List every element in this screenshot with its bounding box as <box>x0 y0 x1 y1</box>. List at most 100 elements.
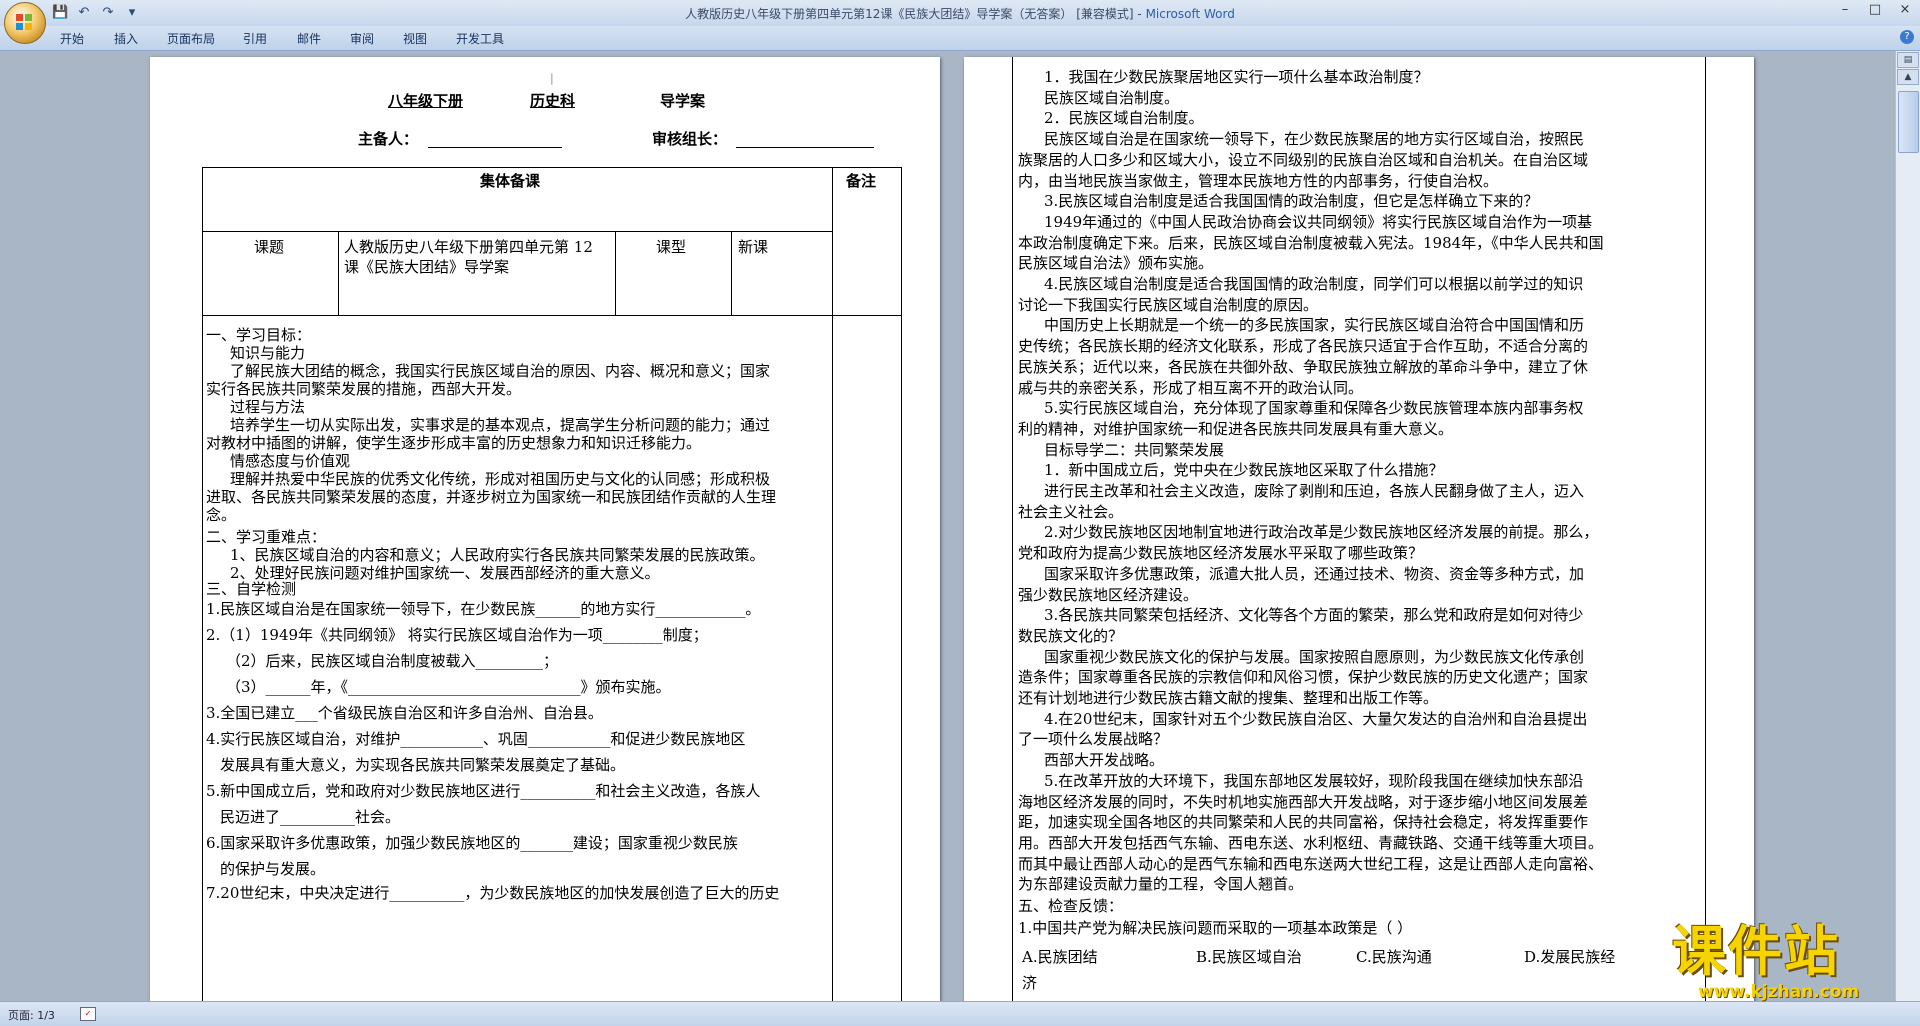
page-counter[interactable]: 页面: 1/3 <box>8 1007 55 1023</box>
page2-line: 本政治制度确定下来。后来，民族区域自治制度被载入宪法。1984年，《中华人民共和… <box>1018 233 1604 252</box>
page2-line: 目标导学二：共同繁荣发展 <box>1044 440 1225 459</box>
ribbon-tabs: 开始 插入 页面布局 引用 邮件 审阅 视图 开发工具 ? <box>0 26 1920 51</box>
tab-view[interactable]: 视图 <box>403 30 427 47</box>
grade-label: 八年级下册 <box>388 92 464 110</box>
lesson-type-label: 课型 <box>656 238 687 256</box>
page1-line: 一、学习目标： <box>206 326 312 344</box>
document-workspace[interactable]: | 八年级下册 历史科 导学案 主备人： 审核组长： 集体备课 备注 课题 人教… <box>0 51 1896 1001</box>
page2-line: 民族关系；近代以来，各民族在共御外敌、争取民族独立解放的革命斗争中，建立了休 <box>1018 357 1589 376</box>
page2-line: 4.民族区域自治制度是适合我国国情的政治制度，同学们可以根据以前学过的知识 <box>1044 275 1584 293</box>
page2-line: 中国历史上长期就是一个统一的多民族国家，实行民族区域自治符合中国国情和历 <box>1044 316 1585 335</box>
help-icon[interactable]: ? <box>1900 30 1914 44</box>
reviewer-blank[interactable] <box>736 147 874 148</box>
minimize-icon[interactable]: – <box>1830 0 1860 20</box>
page2-line: 戚与共的亲密关系，形成了相互离不开的政治认同。 <box>1018 378 1364 397</box>
tab-mailings[interactable]: 邮件 <box>297 30 321 47</box>
table-col-divider <box>338 231 339 315</box>
page2-line: 民族区域自治是在国家统一领导下，在少数民族聚居的地方实行区域自治，按照民 <box>1044 130 1585 149</box>
tab-page-layout[interactable]: 页面布局 <box>167 30 215 47</box>
page2-line: 党和政府为提高少数民族地区经济发展水平采取了哪些政策？ <box>1018 544 1424 563</box>
scroll-thumb[interactable] <box>1898 91 1919 153</box>
window-title: 人教版历史八年级下册第四单元第12课《民族大团结》导学案（无答案） [兼容模式]… <box>685 7 1235 21</box>
page2-line: 3.各民族共同繁荣包括经济、文化等各个方面的繁荣，那么党和政府是如何对待少 <box>1044 606 1584 625</box>
subject-label: 历史科 <box>530 92 576 110</box>
page1-line: 4.实行民族区域自治，对维护___________、巩固___________和… <box>206 730 746 748</box>
page2-line: 1．我国在少数民族聚居地区实行一项什么基本政治制度？ <box>1044 68 1429 86</box>
vertical-scrollbar[interactable]: ▤ ▲ <box>1895 51 1920 1001</box>
remarks-label: 备注 <box>846 172 877 190</box>
tab-developer[interactable]: 开发工具 <box>456 30 504 47</box>
page1-line: 理解并热爱中华民族的优秀文化传统，形成对祖国历史与文化的认同感；形成积极 <box>230 470 771 488</box>
page2-line: 用。西部大开发包括西气东输、西电东送、水利枢纽、青藏铁路、交通干线等重大项目。 <box>1018 833 1604 852</box>
document-page-2[interactable]: 1．我国在少数民族聚居地区实行一项什么基本政治制度？ 民族区域自治制度。 2．民族区… <box>964 57 1754 1001</box>
page1-line: 1、民族区域自治的内容和意义；人民政府实行各民族共同繁荣发展的民族政策。 <box>230 546 765 564</box>
app-name: Microsoft Word <box>1145 7 1235 21</box>
topic-line-2: 课《民族大团结》导学案 <box>344 258 510 276</box>
page2-line: 国家重视少数民族文化的保护与发展。国家按照自愿原则，为少数民族文化传承创 <box>1044 647 1585 666</box>
page2-line: 1.中国共产党为解决民族问题而采取的一项基本政策是（ ） <box>1018 919 1413 938</box>
page2-line: 2．民族区域自治制度。 <box>1044 109 1204 128</box>
page1-line: 三、自学检测 <box>206 580 297 598</box>
page2-line: 讨论一下我国实行民族区域自治制度的原因。 <box>1018 295 1319 314</box>
watermark-url: www.kjzhan.com <box>1698 982 1860 1002</box>
page2-line: 进行民主改革和社会主义改造，废除了剥削和压迫，各族人民翻身做了主人，迈入 <box>1044 482 1585 500</box>
answer-option[interactable]: B.民族区域自治 <box>1196 947 1302 967</box>
page1-line: 进取、各民族共同繁荣发展的态度，并逐步树立为国家统一和民族团结作贡献的人生理 <box>206 488 777 506</box>
lesson-type-value: 新课 <box>738 238 769 256</box>
tab-references[interactable]: 引用 <box>243 30 267 47</box>
table-left-border <box>1012 57 1013 1001</box>
page1-line: 7.20世纪末，中央决定进行__________，为少数民族地区的加快发展创造了… <box>206 884 780 902</box>
table-col-divider <box>731 231 732 315</box>
ruler-toggle-icon[interactable]: ▤ <box>1897 52 1919 68</box>
office-button[interactable] <box>4 2 46 44</box>
page1-line: 二、学习重难点： <box>206 528 327 546</box>
page2-line: 2.对少数民族地区因地制宜地进行政治改革是少数民族地区经济发展的前提。那么， <box>1044 523 1599 542</box>
page2-line: 了一项什么发展战略？ <box>1018 730 1169 749</box>
tab-review[interactable]: 审阅 <box>350 30 374 47</box>
close-icon[interactable]: × <box>1890 0 1920 20</box>
page2-line: 内，由当地民族当家做主，管理本民族地方性的内部事务，行使自治权。 <box>1018 171 1499 190</box>
page2-line: 利的精神，对维护国家统一和促进各民族共同发展具有重大意义。 <box>1018 419 1454 438</box>
table-col-divider <box>615 231 616 315</box>
tab-home[interactable]: 开始 <box>60 30 84 47</box>
page2-line: 为东部建设贡献力量的工程，令国人翘首。 <box>1018 875 1304 894</box>
page1-line: 6.国家采取许多优惠政策，加强少数民族地区的_______建设；国家重视少数民族 <box>206 834 738 852</box>
answer-option[interactable]: D.发展民族经 <box>1524 947 1615 967</box>
proofing-icon[interactable]: ✓ <box>80 1007 96 1021</box>
answer-option[interactable]: C.民族沟通 <box>1356 947 1432 967</box>
tab-insert[interactable]: 插入 <box>114 30 138 47</box>
document-page-1[interactable]: | 八年级下册 历史科 导学案 主备人： 审核组长： 集体备课 备注 课题 人教… <box>150 57 940 1001</box>
page2-line: 1949年通过的《中国人民政治协商会议共同纲领》将实行民族区域自治作为一项基 <box>1044 212 1593 231</box>
topic-label: 课题 <box>254 238 285 256</box>
page2-line: 距，加速实现全国各地区的共同繁荣和人民的共同富裕，保持社会稳定，将发挥重要作 <box>1018 813 1589 832</box>
table-right-border <box>1705 57 1706 1001</box>
page1-line: 实行各民族共同繁荣发展的措施，西部大开发。 <box>206 380 522 398</box>
preparer-label: 主备人： <box>358 130 419 148</box>
page2-line: 5.实行民族区域自治，充分体现了国家尊重和保障各少数民族管理本族内部事务权 <box>1044 399 1584 418</box>
collective-prep-label: 集体备课 <box>480 172 541 190</box>
scroll-up-icon[interactable]: ▲ <box>1897 69 1919 85</box>
doc-type-label: 导学案 <box>660 92 706 110</box>
page1-line: （2）后来，民族区域自治制度被载入_________； <box>226 652 559 670</box>
remarks-column-divider <box>832 167 833 1001</box>
page1-line: （3）______年，《____________________________… <box>226 678 671 696</box>
page1-line: 的保护与发展。 <box>220 860 326 878</box>
page2-line: 造条件；国家尊重各民族的宗教信仰和风俗习惯，保护少数民族的历史文化遗产；国家 <box>1018 668 1589 687</box>
topic-line-1: 人教版历史八年级下册第四单元第 12 <box>344 238 593 256</box>
page2-line: 五、检查反馈： <box>1018 897 1124 916</box>
page2-line: 5.在改革开放的大环境下，我国东部地区发展较好，现阶段我国在继续加快东部沿 <box>1044 771 1584 790</box>
page2-line: 海地区经济发展的同时，不失时机地实施西部大开发战略，对于逐步缩小地区间发展差 <box>1018 792 1589 811</box>
page2-line: 国家采取许多优惠政策，派遣大批人员，还通过技术、物资、资金等多种方式，加 <box>1044 564 1585 583</box>
title-bar: 💾 ↶ ↷ ▾ 人教版历史八年级下册第四单元第12课《民族大团结》导学案（无答案… <box>0 0 1920 26</box>
table-row-divider <box>202 231 832 232</box>
text-cursor: | <box>550 72 554 85</box>
preparer-blank[interactable] <box>428 147 562 148</box>
answer-option[interactable]: A.民族团结 <box>1022 947 1098 967</box>
page2-line: 史传统；各民族长期的经济文化联系，形成了各民族只适宜于合作互助，不适合分离的 <box>1018 337 1589 356</box>
reviewer-label: 审核组长： <box>652 130 728 148</box>
page2-line: 1．新中国成立后，党中央在少数民族地区采取了什么措施？ <box>1044 461 1444 480</box>
page1-line: 培养学生一切从实际出发，实事求是的基本观点，提高学生分析问题的能力；通过 <box>230 416 771 434</box>
site-watermark: 课件站 www.kjzhan.com <box>1672 922 1902 1003</box>
page2-line: 西部大开发战略。 <box>1044 751 1165 770</box>
maximize-icon[interactable]: □ <box>1860 0 1890 20</box>
